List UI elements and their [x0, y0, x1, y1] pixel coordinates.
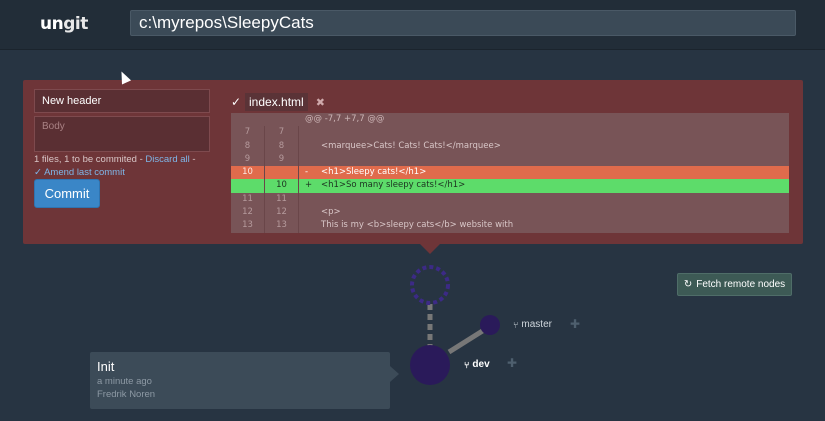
branch-master[interactable]: ⑂ master [513, 319, 552, 330]
fetch-remote-nodes-button[interactable]: ↻ Fetch remote nodes [677, 273, 792, 296]
card-pointer [390, 366, 399, 382]
diff-code: <h1>So many sleepy cats!</h1> [321, 180, 466, 191]
logo-accent: git [63, 14, 88, 34]
diff-new-line-number: 9 [265, 152, 299, 167]
commit-panel: 1 files, 1 to be commited - Discard all … [23, 80, 803, 244]
diff-old-line-number: 13 [231, 219, 265, 233]
close-icon[interactable]: ✖ [316, 96, 325, 109]
add-branch-icon[interactable]: ✚ [507, 356, 517, 370]
files-summary-suffix: - [189, 154, 196, 165]
panel-pointer [420, 244, 440, 254]
logo-main: un [40, 14, 64, 34]
diff-new-line-number: 13 [265, 219, 299, 233]
diff-old-line-number [231, 179, 265, 193]
add-branch-icon[interactable]: ✚ [570, 317, 580, 331]
diff-line: 12 12 <p> [231, 206, 789, 220]
diff-old-line-number: 8 [231, 139, 265, 153]
fetch-remote-nodes-label: Fetch remote nodes [696, 279, 786, 290]
diff-line: 8 8 <marquee>Cats! Cats! Cats!</marquee> [231, 139, 789, 153]
commit-title: Init [97, 359, 115, 374]
diff-sign: + [305, 180, 313, 191]
commit-time: a minute ago [97, 376, 152, 387]
branch-dev[interactable]: ⑂ dev [464, 359, 490, 370]
diff-old-line-number: 9 [231, 152, 265, 167]
branch-dev-label: dev [472, 359, 490, 370]
branch-icon: ⑂ [513, 319, 519, 330]
diff-line: 99 [231, 152, 789, 167]
file-name[interactable]: index.html [245, 93, 308, 111]
ungit-logo[interactable]: ungit [40, 14, 88, 34]
master-edge [447, 327, 486, 355]
commit-button[interactable]: Commit [34, 179, 100, 208]
pending-commit-node[interactable] [410, 265, 450, 305]
refresh-icon: ↻ [683, 279, 693, 290]
diff-old-line-number: 12 [231, 206, 265, 220]
diff-hunk-header: @@ -7,7 +7,7 @@ [231, 113, 789, 126]
branch-master-label: master [521, 319, 552, 330]
commit-body-input[interactable] [34, 116, 210, 152]
diff-new-line-number [265, 166, 299, 180]
diff-new-line-number: 10 [265, 179, 299, 193]
diff-new-line-number: 7 [265, 126, 299, 140]
discard-all-link[interactable]: Discard all [145, 154, 189, 165]
file-tab: ✓ index.html ✖ [231, 92, 325, 112]
diff-old-line-number: 11 [231, 192, 265, 207]
diff-line: 13 13 This is my <b>sleepy cats</b> websi… [231, 219, 789, 233]
commit-author: Fredrik Noren [97, 389, 156, 400]
branch-icon: ⑂ [464, 359, 470, 370]
files-summary-text: 1 files, 1 to be commited - [34, 154, 146, 165]
repo-path-input[interactable] [130, 10, 796, 36]
diff-line: 10 + <h1>So many sleepy cats!</h1> [231, 179, 789, 193]
hunk-header-text: @@ -7,7 +7,7 @@ [305, 114, 385, 124]
diff-code: <p> [321, 207, 341, 218]
diff-code: This is my <b>sleepy cats</b> website wi… [321, 220, 514, 231]
check-icon[interactable]: ✓ [231, 95, 245, 109]
diff-line: 11 11 [231, 192, 789, 207]
diff-sign: - [305, 167, 309, 178]
diff-new-line-number: 11 [265, 192, 299, 207]
master-commit-node[interactable] [480, 315, 500, 335]
diff-code: <marquee>Cats! Cats! Cats!</marquee> [321, 140, 501, 151]
diff-new-line-number: 12 [265, 206, 299, 220]
app-header: ungit [0, 0, 825, 50]
commit-header-input[interactable] [34, 89, 210, 113]
diff-line: 10 - <h1>Sleepy cats!</h1> [231, 166, 789, 180]
diff-view: @@ -7,7 +7,7 @@ 7 7 8 8 <marquee>Cats! Cats!… [231, 113, 789, 233]
amend-last-commit-toggle[interactable]: ✓ Amend last commit [34, 167, 125, 178]
diff-old-line-number: 7 [231, 126, 265, 140]
diff-line: 77 [231, 126, 789, 140]
diff-old-line-number: 10 [231, 166, 265, 180]
diff-new-line-number: 8 [265, 139, 299, 153]
dev-commit-node[interactable] [410, 345, 450, 385]
diff-code: <h1>Sleepy cats!</h1> [321, 167, 427, 178]
commit-card[interactable]: Init a minute ago Fredrik Noren [90, 352, 390, 409]
files-summary: 1 files, 1 to be commited - Discard all … [34, 154, 229, 165]
